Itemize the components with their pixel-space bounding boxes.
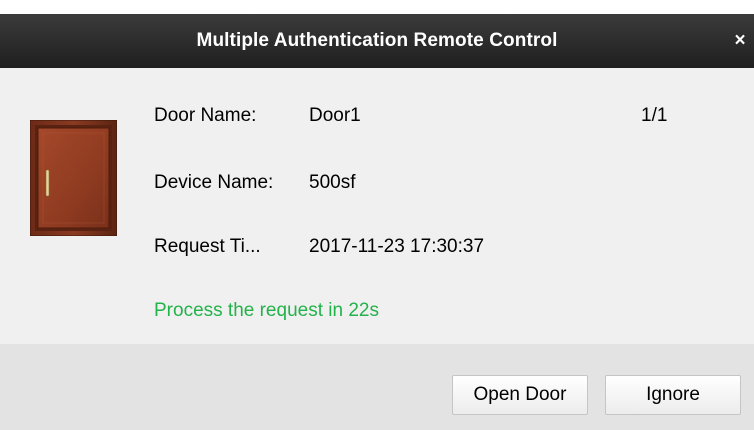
request-time-label: Request Ti...: [154, 236, 261, 257]
remote-control-dialog: Multiple Authentication Remote Control ×…: [0, 0, 754, 430]
request-time-value: 2017-11-23 17:30:37: [309, 236, 485, 257]
device-name-label: Device Name:: [154, 172, 274, 193]
door-name-label: Door Name:: [154, 105, 257, 126]
dialog-title: Multiple Authentication Remote Control: [196, 30, 558, 51]
process-countdown-text: Process the request in 22s: [154, 300, 379, 321]
door-name-value: Door1: [309, 105, 361, 126]
device-name-value: 500sf: [309, 172, 356, 193]
door-icon: [30, 120, 117, 236]
close-icon[interactable]: ×: [728, 14, 752, 68]
open-door-button[interactable]: Open Door: [452, 375, 588, 415]
titlebar: Multiple Authentication Remote Control ×: [0, 14, 754, 69]
ignore-button[interactable]: Ignore: [605, 375, 741, 415]
request-counter: 1/1: [641, 105, 668, 126]
